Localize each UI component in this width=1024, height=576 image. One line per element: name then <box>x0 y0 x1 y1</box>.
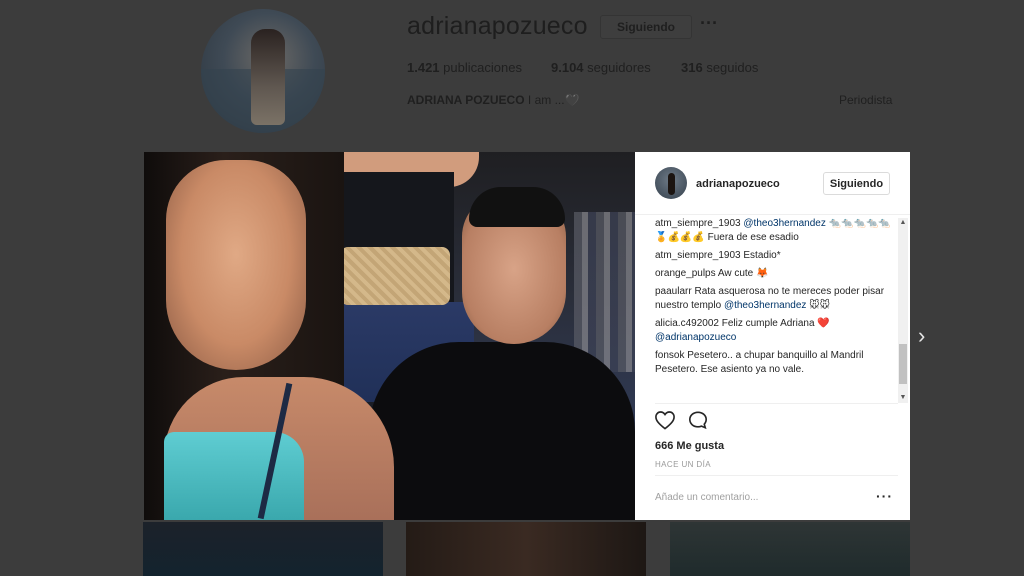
profile-category: Periodista <box>839 93 893 107</box>
scroll-thumb[interactable] <box>899 344 907 384</box>
divider <box>655 475 898 476</box>
following-stat[interactable]: 316 seguidos <box>681 60 758 75</box>
profile-username: adrianapozueco <box>407 12 588 40</box>
post-header: adrianapozueco Siguiendo <box>635 152 910 215</box>
post-time: HACE UN DÍA <box>655 460 711 469</box>
post-side-panel: adrianapozueco Siguiendo atm_siempre_190… <box>635 152 910 520</box>
comments-list: atm_siempre_1903 @theo3hernandez 🐀🐀🐀🐀🐀🏅💰… <box>655 217 898 403</box>
post-username[interactable]: adrianapozueco <box>696 178 780 190</box>
comments-scrollbar[interactable]: ▲ ▼ <box>898 218 908 403</box>
comment-user[interactable]: fonsok <box>655 350 684 361</box>
comment-icon[interactable] <box>687 410 709 430</box>
posts-label: publicaciones <box>443 60 522 75</box>
posts-stat: 1.421 publicaciones <box>407 60 522 75</box>
comment: paaularr Rata asquerosa no te mereces po… <box>655 285 898 313</box>
profile-fullname: ADRIANA POZUECO <box>407 93 525 107</box>
post-photo[interactable] <box>144 152 635 520</box>
comment-user[interactable]: atm_siempre_1903 <box>655 218 741 229</box>
heart-icon[interactable] <box>654 410 676 430</box>
comment: fonsok Pesetero.. a chupar banquillo al … <box>655 349 898 377</box>
comment-mention[interactable]: @adrianapozueco <box>655 332 736 343</box>
add-comment-input[interactable]: Añade un comentario... <box>655 492 758 503</box>
posts-count: 1.421 <box>407 60 440 75</box>
grid-thumbnail[interactable] <box>406 522 646 576</box>
profile-avatar[interactable] <box>201 9 325 133</box>
post-follow-button[interactable]: Siguiendo <box>823 172 890 195</box>
comment-user[interactable]: atm_siempre_1903 <box>655 250 741 261</box>
followers-label: seguidores <box>587 60 651 75</box>
profile-bio: ADRIANA POZUECO I am ...🖤 <box>407 93 580 107</box>
comment: atm_siempre_1903 Estadio* <box>655 249 898 263</box>
scroll-up-icon[interactable]: ▲ <box>898 218 908 228</box>
scroll-down-icon[interactable]: ▼ <box>898 393 908 403</box>
divider <box>655 403 898 404</box>
followers-count: 9.104 <box>551 60 584 75</box>
comment: alicia.c492002 Feliz cumple Adriana ❤️ @… <box>655 317 898 345</box>
comment-text: Estadio* <box>743 250 781 261</box>
comment-user[interactable]: orange_pulps <box>655 268 716 279</box>
next-arrow-icon[interactable]: › <box>918 323 925 349</box>
profile-bio-text: I am ...🖤 <box>527 93 580 107</box>
comment-suffix: 🐭🐭 <box>806 300 831 311</box>
comment-user[interactable]: paaularr <box>655 286 692 297</box>
grid-thumbnail[interactable] <box>143 522 383 576</box>
followers-stat[interactable]: 9.104 seguidores <box>551 60 651 75</box>
comment-text: Pesetero.. a chupar banquillo al Mandril… <box>655 350 864 375</box>
following-count: 316 <box>681 60 703 75</box>
profile-more-icon[interactable]: ··· <box>700 13 718 34</box>
comment-text: Aw cute 🦊 <box>717 268 769 279</box>
likes-count[interactable]: 666 Me gusta <box>655 440 724 452</box>
comment: orange_pulps Aw cute 🦊 <box>655 267 898 281</box>
post-more-icon[interactable]: ··· <box>876 488 893 504</box>
comment: atm_siempre_1903 @theo3hernandez 🐀🐀🐀🐀🐀🏅💰… <box>655 217 898 245</box>
comment-user[interactable]: alicia.c492002 <box>655 318 719 329</box>
comment-text: Feliz cumple Adriana ❤️ <box>721 318 830 329</box>
comment-mention[interactable]: @theo3hernandez <box>743 218 825 229</box>
profile-follow-button[interactable]: Siguiendo <box>600 15 692 39</box>
post-avatar[interactable] <box>655 167 687 199</box>
comment-mention[interactable]: @theo3hernandez <box>724 300 806 311</box>
following-label: seguidos <box>706 60 759 75</box>
profile-header: adrianapozueco Siguiendo ··· 1.421 publi… <box>0 0 1024 145</box>
grid-thumbnail[interactable] <box>670 522 910 576</box>
